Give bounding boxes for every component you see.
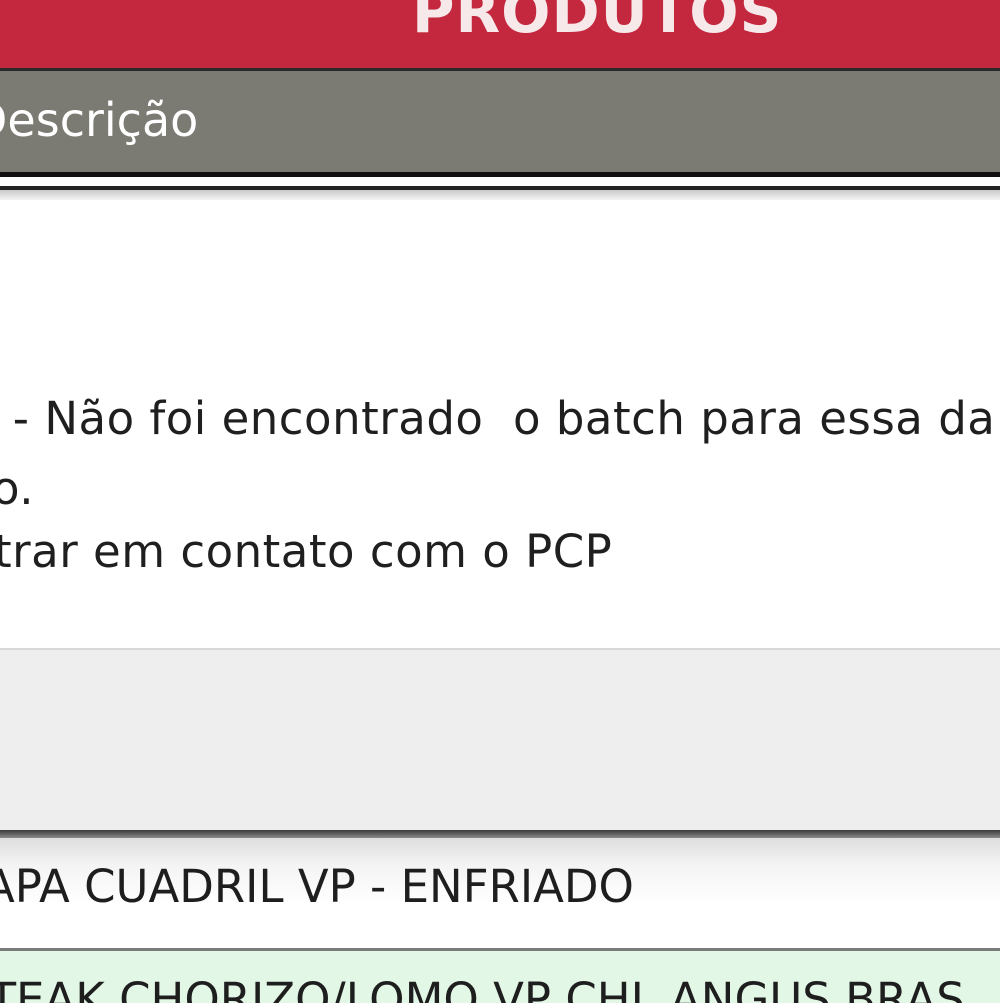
row-description: STEAK CHORIZO/LOMO VP CHL ANGUS BRAS	[0, 973, 965, 1003]
table-row[interactable]: TAPA CUADRIL VP - ENFRIADO	[0, 838, 1000, 948]
table-row-selected[interactable]: STEAK CHORIZO/LOMO VP CHL ANGUS BRAS	[0, 948, 1000, 1003]
header-shadow	[0, 190, 1000, 200]
column-header-description[interactable]: Descrição	[0, 71, 1000, 172]
error-message-line-1: - Não foi encontrado o batch para essa d…	[0, 392, 996, 445]
error-message-line-3: trar em contato com o PCP	[0, 525, 613, 578]
header-divider-gap	[0, 177, 1000, 186]
message-footer-area	[0, 648, 1000, 832]
grid-top-border	[0, 830, 1000, 838]
column-header-label: Descrição	[0, 93, 199, 147]
page-title-bar: PRODUTOS	[0, 0, 1000, 68]
error-message-line-2: o.	[0, 462, 35, 515]
page-title: PRODUTOS	[412, 0, 783, 46]
row-description: TAPA CUADRIL VP - ENFRIADO	[0, 860, 634, 913]
error-message-panel: - Não foi encontrado o batch para essa d…	[0, 200, 1000, 648]
